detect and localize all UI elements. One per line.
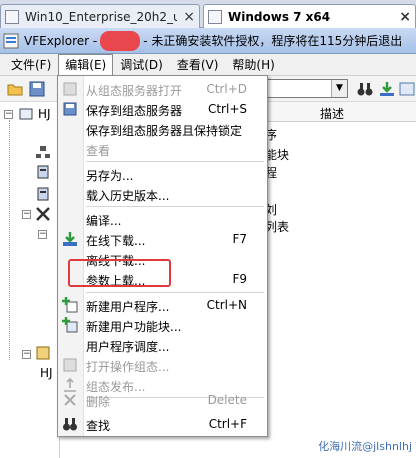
menu-item-new-user-program[interactable]: 新建用户程序... Ctrl+N — [58, 294, 267, 316]
network-icon[interactable] — [35, 144, 51, 160]
menu-item-online-download[interactable]: 在线下载... F7 — [58, 228, 267, 250]
column-header-description[interactable]: 描述 — [320, 105, 344, 122]
list-header: 描述 — [265, 102, 416, 122]
save-to-server-icon — [63, 102, 77, 116]
menu-item-compile[interactable]: 编译... — [58, 208, 267, 230]
tree-root-label[interactable]: HJ — [38, 107, 51, 121]
menu-item-save-as[interactable]: 另存为... — [58, 163, 267, 185]
edit-menu-dropdown: 从组态服务器打开 Ctrl+D 保存到组态服务器 Ctrl+S 保存到组态服务器… — [57, 75, 268, 437]
vm-icon — [208, 10, 222, 24]
menu-item-load-history[interactable]: 载入历史版本... — [58, 183, 267, 205]
vm-tab-label: Win10_Enterprise_20h2_upd... — [25, 9, 177, 24]
vm-tab-strip: Win10_Enterprise_20h2_upd... × Windows 7… — [0, 0, 416, 29]
redaction-mark — [100, 30, 141, 51]
new-user-program-icon — [62, 297, 78, 313]
menu-item-delete[interactable]: 删除 Delete — [58, 389, 267, 411]
toolbar-extra-icon[interactable] — [398, 80, 416, 98]
delete-icon — [64, 394, 76, 406]
binoculars-icon — [63, 418, 77, 431]
open-from-server-icon — [63, 82, 77, 96]
operation-config-icon[interactable] — [35, 345, 51, 361]
menu-debug[interactable]: 调试(D) — [113, 54, 170, 75]
menu-item-save-to-server[interactable]: 保存到组态服务器 Ctrl+S — [58, 98, 267, 120]
tree-collapse-toggle[interactable]: − — [22, 210, 31, 219]
menu-separator — [86, 161, 264, 162]
station-icon[interactable] — [35, 186, 51, 202]
tree-child-label[interactable]: HJ — [40, 366, 53, 380]
tree-guide-line — [9, 120, 10, 360]
menu-item-open-from-server[interactable]: 从组态服务器打开 Ctrl+D — [58, 78, 267, 100]
vm-tab-win7[interactable]: Windows 7 x64 × — [203, 4, 416, 29]
tree-collapse-toggle[interactable]: − — [38, 230, 47, 239]
open-operation-config-icon — [63, 358, 77, 372]
menu-item-program-schedule[interactable]: 用户程序调度... — [58, 334, 267, 356]
menu-separator — [86, 292, 264, 293]
list-item[interactable]: 能块 — [265, 146, 289, 163]
menu-edit[interactable]: 编辑(E) — [58, 53, 114, 76]
list-item[interactable]: 列表 — [265, 218, 289, 235]
new-function-block-icon — [62, 317, 78, 333]
project-tree: − HJ − − − HJ — [0, 102, 60, 458]
vm-tab-win10[interactable]: Win10_Enterprise_20h2_upd... × — [0, 4, 200, 28]
menu-item-open-operation-config[interactable]: 打开操作组态... — [58, 354, 267, 376]
license-warning: - 未正确安装软件授权，程序将在115分钟后退出 — [143, 34, 403, 48]
vm-icon — [5, 9, 19, 24]
open-folder-icon[interactable] — [6, 80, 24, 98]
close-icon[interactable]: × — [183, 9, 195, 25]
menu-item-new-function-block[interactable]: 新建用户功能块... — [58, 314, 267, 336]
online-download-icon — [63, 232, 77, 246]
close-icon[interactable]: × — [399, 9, 411, 25]
menu-item-find[interactable]: 查找 Ctrl+F — [58, 413, 267, 435]
menu-help[interactable]: 帮助(H) — [225, 54, 281, 75]
app-title: VFExplorer - — [24, 33, 98, 48]
menu-item-save-and-lock[interactable]: 保存到组态服务器且保持锁定 — [58, 118, 267, 140]
app-icon — [3, 33, 19, 48]
menu-file[interactable]: 文件(F) — [4, 54, 58, 75]
save-icon[interactable] — [28, 80, 46, 98]
toolbar-combo[interactable]: ▼ — [260, 79, 348, 98]
menu-view[interactable]: 查看(V) — [170, 54, 226, 75]
vm-tab-label: Windows 7 x64 — [228, 10, 331, 24]
menu-item-view[interactable]: 查看 — [58, 138, 267, 160]
binoculars-icon[interactable] — [356, 80, 374, 98]
tree-collapse-toggle[interactable]: − — [22, 350, 31, 359]
tree-collapse-toggle[interactable]: − — [4, 110, 13, 119]
app-title-bar: VFExplorer - - 未正确安装软件授权，程序将在115分钟后退出 — [0, 28, 416, 54]
chevron-down-icon[interactable]: ▼ — [331, 80, 347, 97]
station-icon[interactable] — [35, 164, 51, 180]
project-icon — [19, 108, 33, 120]
download-arrow-icon[interactable] — [378, 80, 396, 98]
watermark: 化海川流@jlshnlhj — [318, 440, 412, 453]
highlight-box — [68, 259, 171, 287]
menu-separator — [86, 206, 264, 207]
tools-icon[interactable] — [35, 206, 51, 222]
menu-bar: 文件(F) 编辑(E) 调试(D) 查看(V) 帮助(H) — [0, 53, 416, 76]
